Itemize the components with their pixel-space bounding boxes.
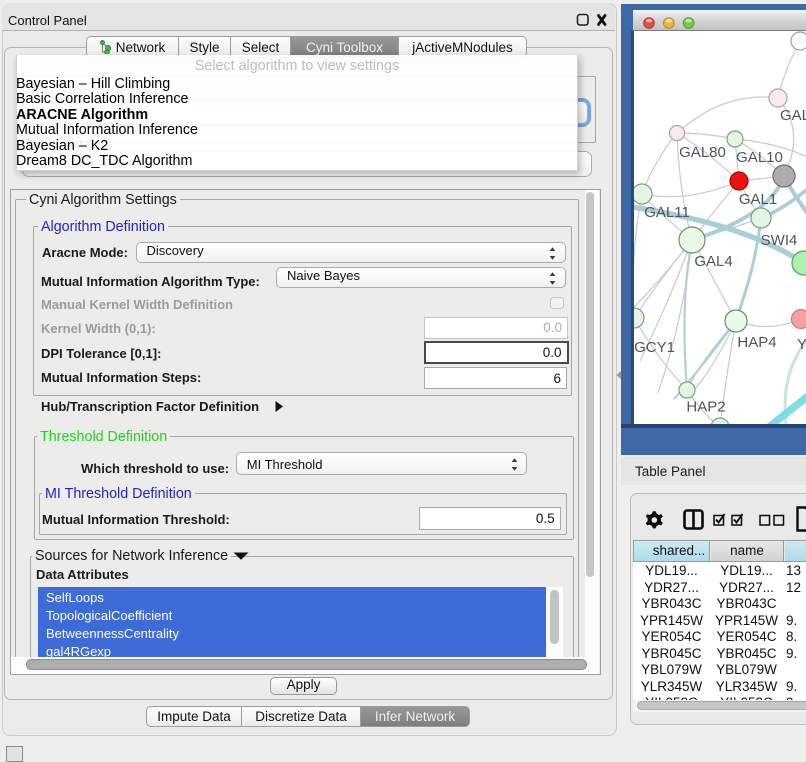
- svg-text:HAP2: HAP2: [686, 399, 725, 416]
- svg-text:GAL10: GAL10: [736, 149, 783, 166]
- svg-text:GAL: GAL: [780, 107, 806, 124]
- svg-text:GAL1: GAL1: [739, 191, 777, 208]
- svg-text:GCY1: GCY1: [634, 339, 675, 356]
- svg-text:GAL80: GAL80: [679, 144, 726, 161]
- svg-text:GAL4: GAL4: [694, 253, 732, 270]
- svg-text:SWI4: SWI4: [761, 232, 798, 249]
- svg-text:Y: Y: [797, 336, 806, 353]
- svg-text:GAL11: GAL11: [644, 204, 690, 221]
- svg-text:HAP4: HAP4: [737, 334, 776, 351]
